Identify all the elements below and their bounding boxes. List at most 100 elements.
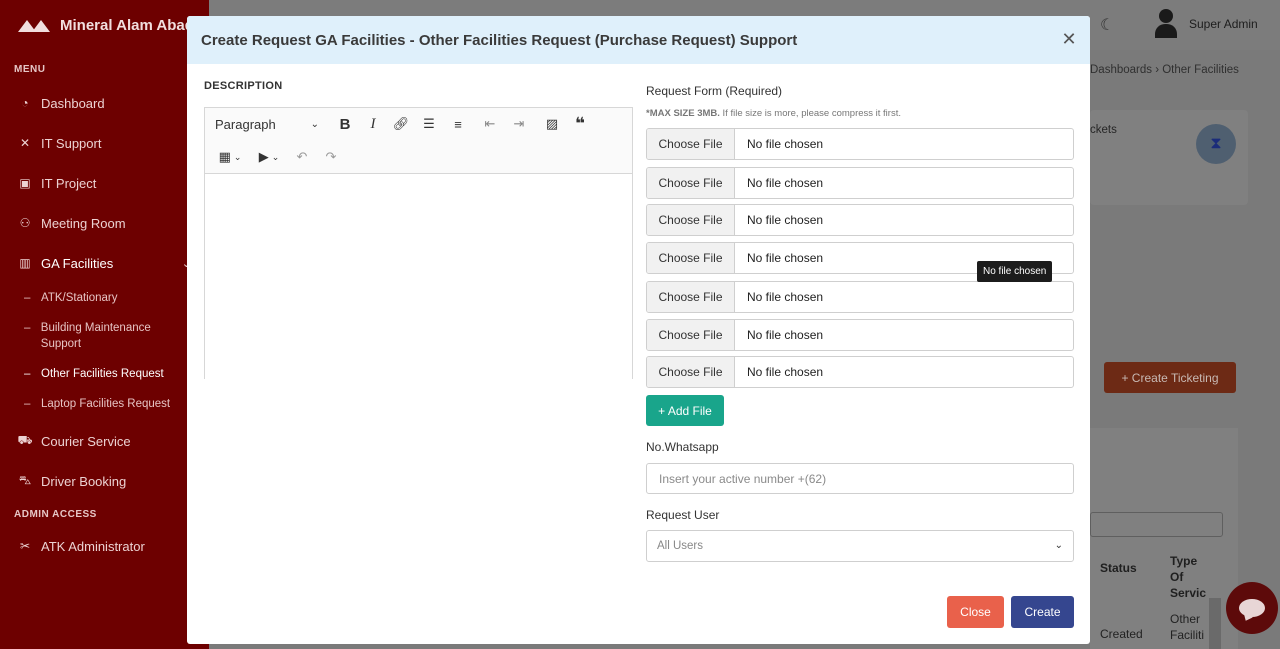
file-input-5[interactable]: Choose File No file chosen	[646, 281, 1074, 313]
redo-icon[interactable]: ↷	[320, 146, 342, 168]
choose-file-button[interactable]: Choose File	[647, 243, 735, 273]
choose-file-button[interactable]: Choose File	[647, 168, 735, 198]
sidebar-item-it-project[interactable]: ▣ IT Project	[0, 163, 209, 203]
sidebar-subitem-label: Building Maintenance Support	[40, 322, 151, 350]
close-button[interactable]: Close	[947, 596, 1004, 628]
sidebar-item-label: Courier Service	[41, 433, 131, 449]
choose-file-button[interactable]: Choose File	[647, 205, 735, 235]
rich-text-editor: Paragraph ⌄ B I 🔗︎ ☰ ≡ ⇤ ⇥ ▨ ❝ ▦ ⌄ ▶ ⌄ ↶…	[204, 107, 633, 379]
blockquote-icon[interactable]: ❝	[569, 113, 591, 135]
whatsapp-input[interactable]	[646, 463, 1074, 494]
sidebar-subitem-other-facilities[interactable]: – Other Facilities Request	[0, 359, 209, 389]
editor-content-area[interactable]	[205, 174, 632, 379]
sidebar-item-meeting-room[interactable]: ⚇ Meeting Room ›	[0, 203, 209, 243]
hourglass-icon: ⧗	[1196, 124, 1236, 164]
file-input-3[interactable]: Choose File No file chosen	[646, 204, 1074, 236]
chat-button[interactable]	[1226, 582, 1278, 634]
chevron-down-icon: ⌄	[310, 118, 319, 130]
sidebar-subitem-label: ATK/Stationary	[41, 292, 118, 304]
sidebar-subitem-label: Laptop Facilities Request	[41, 398, 171, 410]
max-size-text: If file size is more, please compress it…	[719, 108, 901, 119]
table-icon[interactable]: ▦ ⌄	[213, 146, 247, 168]
scissors-icon: ✂	[19, 539, 31, 553]
file-input-1[interactable]: Choose File No file chosen	[646, 128, 1074, 160]
menu-section-title: MENU	[14, 64, 46, 75]
editor-toolbar: Paragraph ⌄ B I 🔗︎ ☰ ≡ ⇤ ⇥ ▨ ❝ ▦ ⌄ ▶ ⌄ ↶…	[205, 108, 632, 174]
brand[interactable]: Mineral Alam Abadi	[0, 0, 209, 50]
scrollbar[interactable]	[1209, 598, 1221, 649]
create-ticketing-button[interactable]: + Create Ticketing	[1104, 362, 1236, 393]
avatar[interactable]	[1153, 9, 1179, 39]
sidebar-item-courier-service[interactable]: ⛟ Courier Service ›	[0, 421, 209, 461]
file-status: No file chosen	[747, 176, 824, 190]
choose-file-button[interactable]: Choose File	[647, 282, 735, 312]
tickets-card: ckets ⧗	[1090, 110, 1248, 205]
search-input[interactable]	[1090, 512, 1223, 537]
file-input-7[interactable]: Choose File No file chosen	[646, 356, 1074, 388]
modal-header: Create Request GA Facilities - Other Fac…	[187, 16, 1090, 64]
file-tooltip: No file chosen	[977, 261, 1053, 282]
paragraph-format-dropdown[interactable]: Paragraph ⌄	[215, 113, 325, 135]
truck-icon: ⛟	[17, 433, 33, 447]
whatsapp-label: No.Whatsapp	[646, 440, 719, 454]
breadcrumb: Dashboards › Other Facilities	[1090, 64, 1239, 76]
dashboard-icon: ◔	[21, 96, 29, 110]
request-user-select[interactable]: All Users ⌄	[646, 530, 1074, 562]
close-icon[interactable]: ✕	[1060, 30, 1078, 48]
image-icon[interactable]: ▨	[541, 113, 563, 135]
sidebar-item-driver-booking[interactable]: ⛍ Driver Booking ›	[0, 461, 209, 501]
choose-file-button[interactable]: Choose File	[647, 357, 735, 387]
sidebar-subitem-building-maintenance[interactable]: – Building Maintenance Support	[0, 313, 209, 359]
building-icon: ▥	[19, 256, 31, 270]
modal-title: Create Request GA Facilities - Other Fac…	[201, 31, 798, 49]
chat-icon	[1239, 599, 1265, 617]
file-status: No file chosen	[747, 328, 824, 342]
username[interactable]: Super Admin	[1189, 17, 1258, 31]
sidebar-subitem-laptop-facilities[interactable]: – Laptop Facilities Request	[0, 389, 209, 419]
italic-icon[interactable]: I	[362, 113, 384, 135]
link-icon[interactable]: 🔗︎	[390, 113, 412, 135]
chevron-down-icon: ⌄	[1054, 540, 1063, 551]
sidebar: Mineral Alam Abadi MENU ◔ Dashboard ✕ IT…	[0, 0, 209, 649]
media-embed-icon[interactable]: ▶ ⌄	[252, 146, 286, 168]
sidebar-item-atk-administrator[interactable]: ✂ ATK Administrator ›	[0, 526, 209, 566]
sidebar-item-label: Dashboard	[41, 95, 105, 111]
description-label: DESCRIPTION	[204, 80, 283, 92]
card-text: ckets	[1090, 124, 1117, 136]
sidebar-item-label: GA Facilities	[41, 255, 114, 271]
sidebar-item-label: Meeting Room	[41, 215, 126, 231]
choose-file-button[interactable]: Choose File	[647, 129, 735, 159]
logo-icon	[18, 18, 54, 32]
file-input-6[interactable]: Choose File No file chosen	[646, 319, 1074, 351]
sidebar-item-dashboard[interactable]: ◔ Dashboard	[0, 83, 209, 123]
add-file-button[interactable]: + Add File	[646, 395, 724, 426]
file-status: No file chosen	[747, 251, 824, 265]
bulleted-list-icon[interactable]: ☰	[418, 113, 440, 135]
column-header-status: Status	[1100, 561, 1137, 575]
create-button[interactable]: Create	[1011, 596, 1074, 628]
sidebar-item-label: Driver Booking	[41, 473, 127, 489]
choose-file-button[interactable]: Choose File	[647, 320, 735, 350]
sidebar-item-it-support[interactable]: ✕ IT Support	[0, 123, 209, 163]
moon-icon[interactable]: ☾	[1100, 15, 1118, 34]
file-status: No file chosen	[747, 365, 824, 379]
car-icon: ⛍	[18, 473, 32, 487]
project-icon: ▣	[19, 176, 31, 190]
sidebar-item-label: ATK Administrator	[41, 538, 145, 554]
sidebar-item-label: IT Support	[41, 135, 102, 151]
create-request-modal: Create Request GA Facilities - Other Fac…	[187, 16, 1090, 644]
sidebar-item-ga-facilities[interactable]: ▥ GA Facilities ⌄	[0, 243, 209, 283]
file-input-2[interactable]: Choose File No file chosen	[646, 167, 1074, 199]
outdent-icon[interactable]: ⇤	[479, 113, 501, 135]
column-header-type: Type Of Servic	[1170, 554, 1207, 600]
file-status: No file chosen	[747, 213, 824, 227]
status-cell: Created	[1100, 627, 1143, 641]
max-size-note: *MAX SIZE 3MB. If file size is more, ple…	[646, 108, 901, 119]
sidebar-subitem-label: Other Facilities Request	[41, 368, 164, 380]
indent-icon[interactable]: ⇥	[508, 113, 530, 135]
bold-icon[interactable]: B	[334, 113, 356, 135]
numbered-list-icon[interactable]: ≡	[447, 113, 469, 135]
sidebar-subitem-atk[interactable]: – ATK/Stationary	[0, 283, 209, 313]
undo-icon[interactable]: ↶	[291, 146, 313, 168]
tools-icon: ✕	[19, 136, 31, 150]
